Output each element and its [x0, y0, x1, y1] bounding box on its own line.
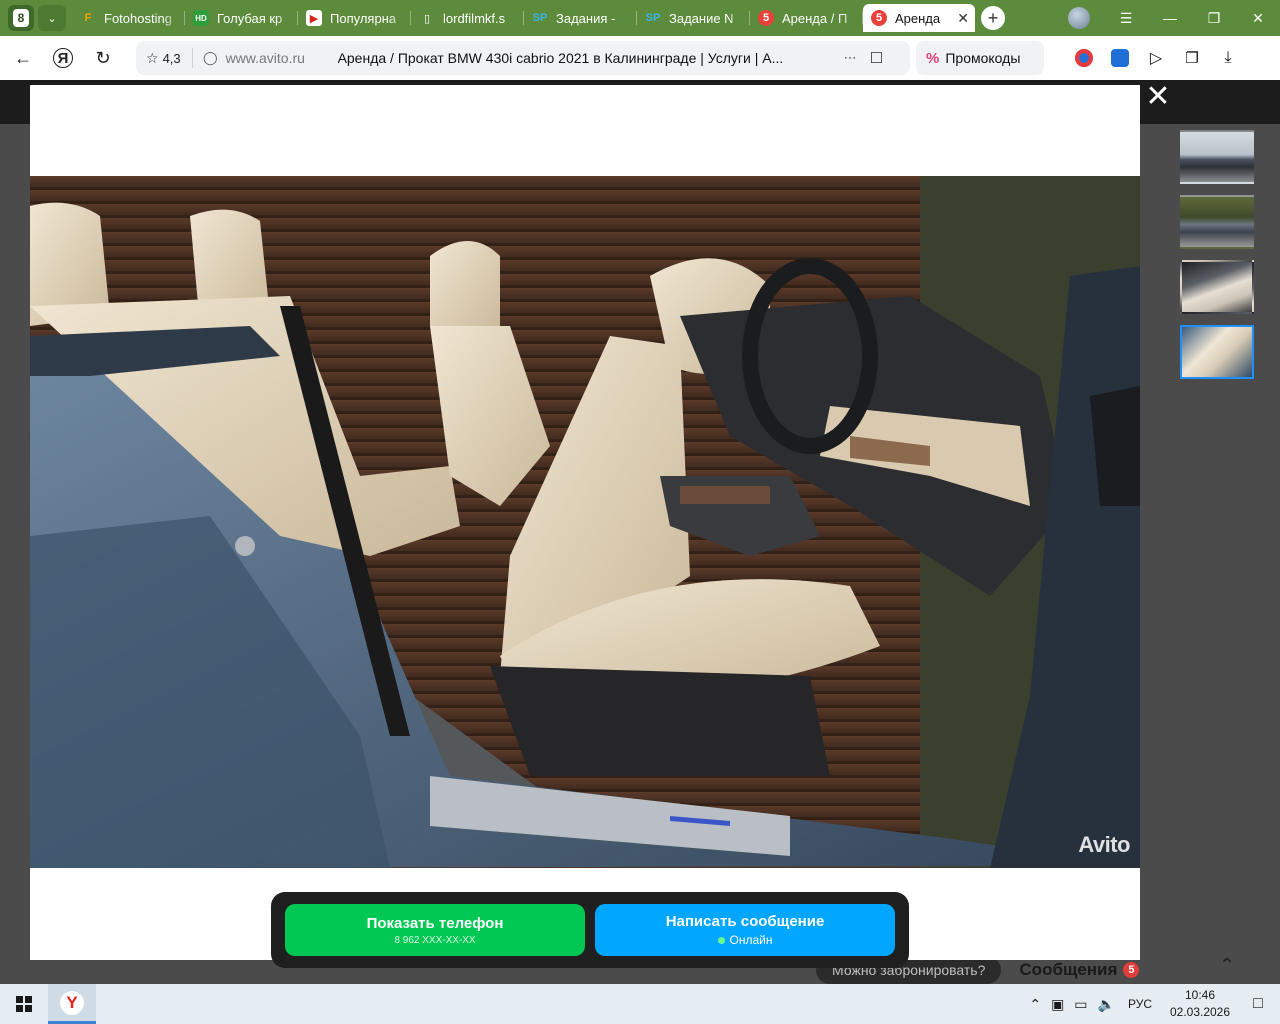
promo-codes-button[interactable]: % Промокоды [916, 41, 1044, 75]
extensions-row: ▷ ❐ ⤓ [1066, 43, 1246, 73]
thumbnail[interactable] [1180, 130, 1254, 184]
messages-link[interactable]: Сообщения 5 [1019, 960, 1140, 980]
window-controls: ☰ — ❐ ✕ [1068, 0, 1280, 36]
tab-label: Fotohosting [104, 10, 172, 26]
tray-chevron-icon[interactable]: ⌃ [1029, 996, 1041, 1013]
thumbnail-selected[interactable] [1180, 325, 1254, 379]
tab-list-chevron-icon[interactable]: ⌄ [38, 5, 66, 31]
site-rating[interactable]: ☆ 4,3 [136, 50, 192, 67]
tab-label: Аренда [895, 10, 941, 26]
main-photo[interactable]: Avito [30, 176, 1140, 868]
tab-label: Популярна [330, 10, 397, 26]
new-tab-plus-icon[interactable]: + [981, 6, 1005, 30]
close-window-icon[interactable]: ✕ [1236, 0, 1280, 36]
tab[interactable]: HD Голубая кр [185, 4, 298, 32]
minimize-icon[interactable]: — [1148, 0, 1192, 36]
video-play-icon[interactable]: ▷ [1138, 43, 1174, 73]
avito-watermark: Avito [1078, 832, 1130, 857]
url-domain[interactable]: www.avito.ru [226, 50, 338, 66]
volume-icon[interactable]: 🔈 [1098, 996, 1115, 1013]
tab[interactable]: 5 Аренда / П [750, 4, 863, 32]
close-gallery-icon[interactable]: ✕ [1144, 82, 1172, 112]
shield-lock-icon[interactable]: ◯ [203, 50, 218, 66]
system-tray: ⌃ ▣ ▭ 🔈 РУС 10:46 02.03.2026 □ [1024, 984, 1280, 1024]
divider [192, 48, 193, 68]
write-message-button[interactable]: Написать сообщение Онлайн [595, 904, 895, 956]
tab-favicon-icon: ▯ [423, 12, 431, 25]
tab-favicon-icon: SP [645, 12, 661, 24]
thumbnail[interactable] [1180, 260, 1254, 314]
tab[interactable]: SP Задания - [524, 4, 637, 32]
back-arrow-icon[interactable]: ← [6, 41, 40, 75]
show-phone-label: Показать телефон [366, 914, 504, 932]
show-phone-button[interactable]: Показать телефон 8 962 XXX-XX-XX [285, 904, 585, 956]
online-dot-icon [717, 936, 725, 944]
tab-label: Задание N [669, 10, 734, 26]
downloads-icon[interactable]: ⤓ [1210, 43, 1246, 73]
windows-taskbar: Y ⌃ ▣ ▭ 🔈 РУС 10:46 02.03.2026 □ [0, 984, 1280, 1024]
tab-favicon-icon: 5 [871, 10, 887, 26]
network-icon[interactable]: ▣ [1051, 996, 1064, 1013]
clock-date: 02.03.2026 [1169, 1005, 1231, 1019]
tab-favicon-icon: ▶ [306, 10, 322, 26]
extension-red-shield-icon[interactable] [1066, 43, 1102, 73]
battery-icon[interactable]: ▭ [1074, 996, 1087, 1013]
thumbnail-strip [1180, 130, 1256, 390]
contact-action-bar: Показать телефон 8 962 XXX-XX-XX Написат… [271, 892, 909, 968]
tab-favicon-icon: SP [532, 12, 548, 24]
menu-hamburger-icon[interactable]: ☰ [1104, 0, 1148, 36]
reload-icon[interactable]: ↻ [86, 41, 120, 75]
more-dots-icon[interactable]: ⋯ [844, 50, 858, 66]
address-bar[interactable]: ☆ 4,3 ◯ www.avito.ru Аренда / Прокат BMW… [136, 41, 910, 75]
clock-time: 10:46 [1184, 988, 1216, 1002]
notifications-icon[interactable]: □ [1236, 984, 1280, 1024]
tab-list: F Fotohosting HD Голубая кр ▶ Популярна ▯ lordf… [72, 4, 975, 32]
tab-favicon-icon: F [84, 12, 92, 24]
extension-blue-icon[interactable] [1102, 43, 1138, 73]
tab-label: Задания - [556, 10, 616, 26]
percent-icon: % [926, 49, 940, 67]
tab-active[interactable]: 5 Аренда ✕ [863, 4, 975, 32]
yandex-browser-taskbar-icon[interactable]: Y [48, 984, 96, 1024]
tab-label: Аренда / П [782, 10, 848, 26]
messages-label: Сообщения [1019, 960, 1118, 979]
messages-count-badge: 5 [1123, 962, 1140, 978]
star-icon: ☆ [146, 49, 159, 66]
windows-start-icon[interactable] [0, 984, 48, 1024]
tab[interactable]: F Fotohosting [72, 4, 185, 32]
restore-icon[interactable]: ❐ [1192, 0, 1236, 36]
collections-icon[interactable]: ❐ [1174, 43, 1210, 73]
site-rating-value: 4,3 [162, 50, 181, 66]
tab-favicon-icon: HD [193, 10, 209, 26]
profile-avatar[interactable] [1068, 7, 1090, 29]
tab[interactable]: ▯ lordfilmkf.s [411, 4, 524, 32]
write-message-label: Написать сообщение [665, 913, 825, 930]
promo-codes-label: Промокоды [945, 50, 1021, 66]
language-indicator[interactable]: РУС [1128, 997, 1152, 1011]
tab[interactable]: ▶ Популярна [298, 4, 411, 32]
url-page-title[interactable]: Аренда / Прокат BMW 430i cabrio 2021 в К… [338, 50, 830, 66]
yandex-home-icon[interactable]: Я [46, 41, 80, 75]
online-status-label: Онлайн [729, 933, 773, 947]
phone-number-masked: 8 962 XXX-XX-XX [394, 934, 476, 946]
browser-toolbar: ← Я ↻ ☆ 4,3 ◯ www.avito.ru Аренда / Прок… [0, 36, 1280, 80]
online-status: Онлайн [717, 933, 773, 947]
clock[interactable]: 10:46 02.03.2026 [1164, 987, 1236, 1021]
tab[interactable]: SP Задание N [637, 4, 750, 32]
photo-gallery-modal: Avito [30, 85, 1140, 960]
tab-favicon-icon: 5 [758, 10, 774, 26]
tab-label: Голубая кр [217, 10, 283, 26]
tab-counter-value: 8 [13, 9, 29, 27]
browser-tab-strip: 8 ⌄ F Fotohosting HD Голубая кр ▶ Популярна ▯ l… [0, 0, 1280, 36]
bookmark-icon[interactable]: ☐ [870, 49, 883, 67]
car-interior-photo [30, 176, 1140, 868]
thumbnail[interactable] [1180, 195, 1254, 249]
tab-counter-button[interactable]: 8 [8, 5, 34, 31]
tab-close-icon[interactable]: ✕ [957, 10, 969, 27]
scroll-up-chevron-icon[interactable]: ⌃ [1212, 950, 1242, 980]
tab-label: lordfilmkf.s [443, 10, 506, 26]
